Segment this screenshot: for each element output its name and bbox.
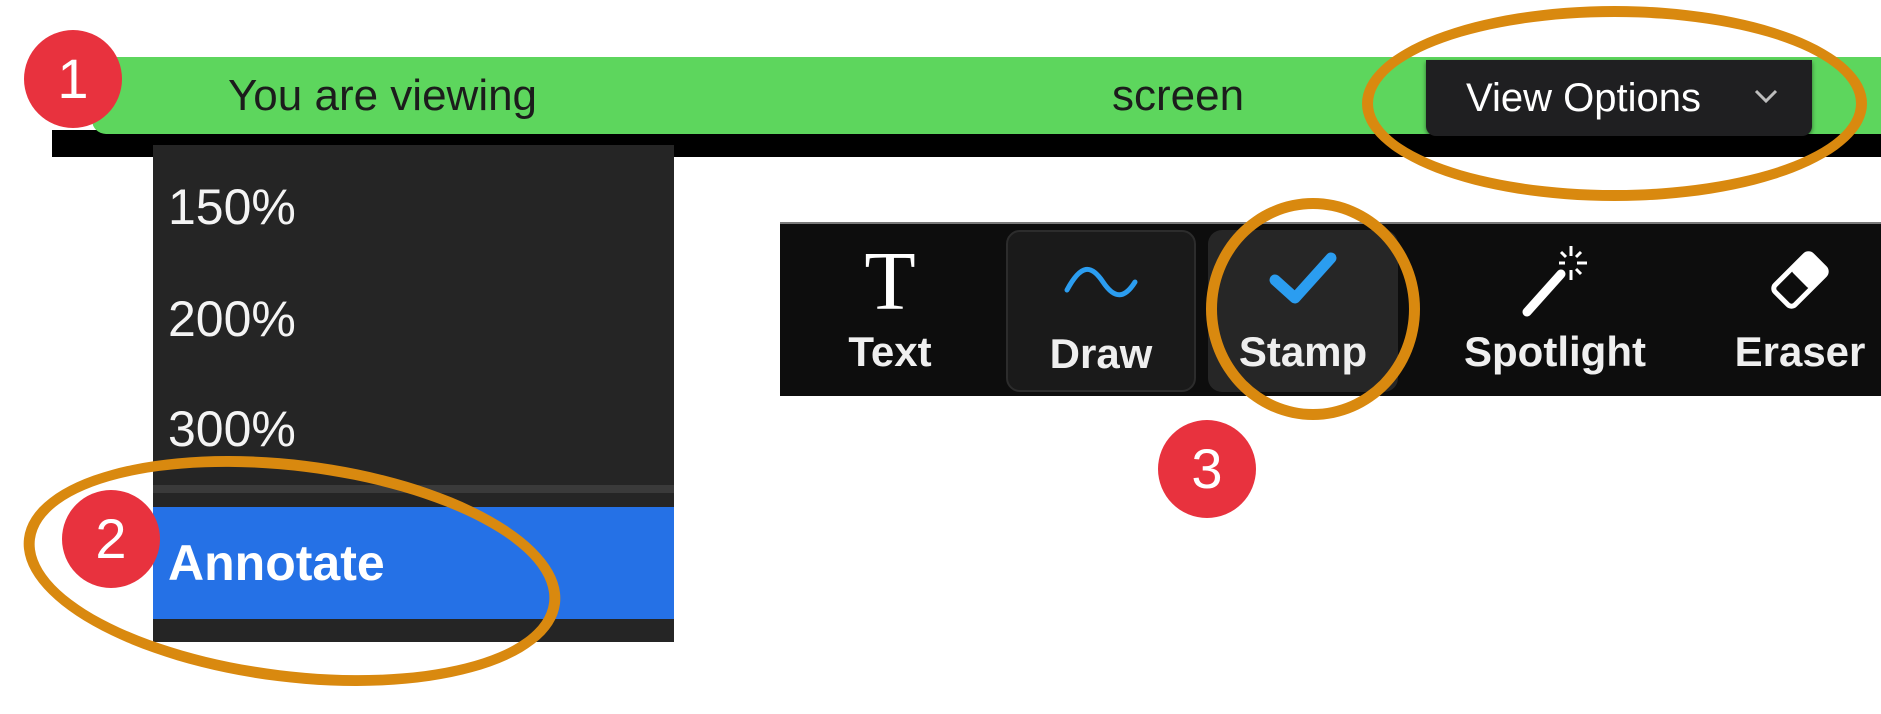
highlight-ring-stamp [1206,198,1420,420]
step-badge-1: 1 [24,30,122,128]
step-badge-2: 2 [62,490,160,588]
tool-draw-button[interactable]: Draw [1006,230,1196,392]
step-badge-3: 3 [1158,420,1256,518]
menu-item-zoom-200[interactable]: 200% [153,269,674,369]
tool-spotlight-label: Spotlight [1464,328,1646,375]
viewing-label: You are viewing [228,71,538,120]
tool-text-label: Text [848,328,932,375]
menu-item-zoom-150[interactable]: 150% [153,157,674,257]
squiggle-icon [1061,242,1141,327]
tool-spotlight-button[interactable]: Spotlight [1440,224,1670,396]
tool-eraser-button[interactable]: Eraser [1720,224,1880,396]
tool-text-button[interactable]: T Text [820,224,960,396]
tool-draw-label: Draw [1049,330,1153,377]
eraser-icon [1760,240,1840,325]
tool-eraser-label: Eraser [1734,328,1866,375]
screen-label: screen [1112,71,1245,120]
magic-wand-icon [1515,240,1595,325]
text-icon: T [864,235,916,328]
highlight-ring-view-options [1362,6,1867,201]
